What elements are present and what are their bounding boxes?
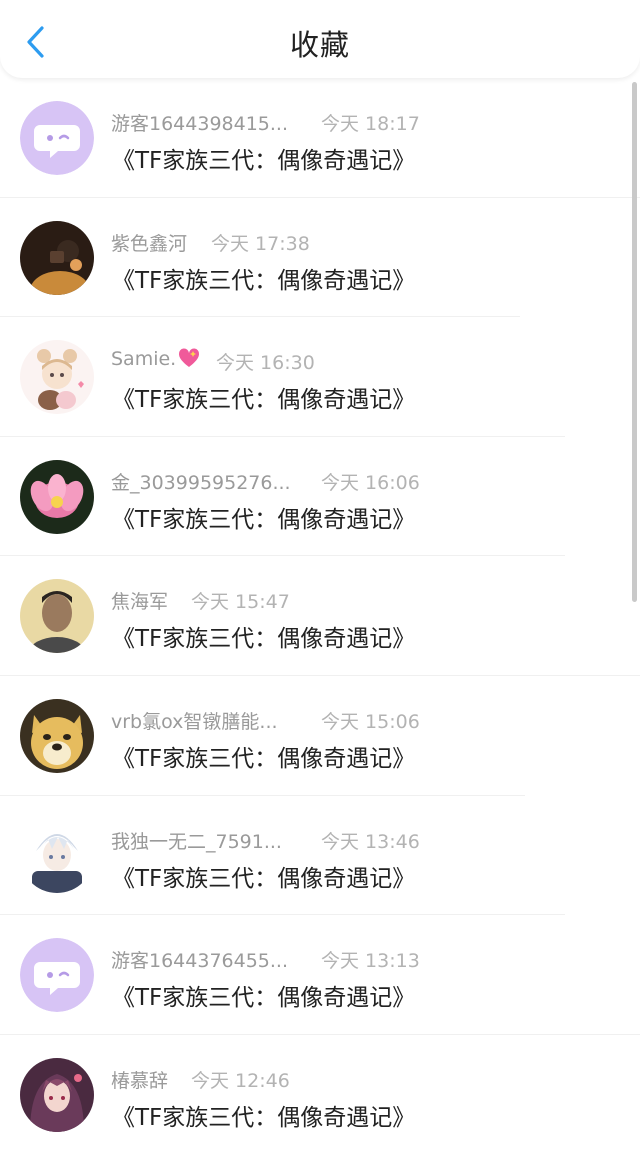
book-title: 《TF家族三代：偶像奇遇记》 (112, 387, 416, 414)
item-meta: 游客1644376455... 今天 13:13 (111, 946, 421, 972)
book-title: 《TF家族三代：偶像奇遇记》 (112, 985, 416, 1012)
book-title: 《TF家族三代：偶像奇遇记》 (112, 745, 416, 772)
timestamp: 今天 13:13 (321, 950, 420, 973)
user-name: Samie. (111, 348, 200, 370)
list-item[interactable]: 游客1644398415... 今天 18:17 《TF家族三代：偶像奇遇记》 (0, 78, 640, 198)
timestamp: 今天 15:06 (321, 710, 420, 733)
anime-girl-avatar[interactable] (20, 340, 94, 415)
book-title: 《TF家族三代：偶像奇遇记》 (112, 148, 416, 174)
user-name: 游客1644376455... (111, 950, 289, 973)
timestamp: 今天 17:38 (211, 232, 310, 255)
item-meta: 焦海军 今天 15:47 (111, 587, 421, 613)
list-item[interactable]: 椿慕辞 今天 12:46 《TF家族三代：偶像奇遇记》 (0, 1035, 640, 1154)
list-item[interactable]: 游客1644376455... 今天 13:13 《TF家族三代：偶像奇遇记》 (0, 915, 640, 1035)
list-item[interactable]: 我独一无二_7591... 今天 13:46 《TF家族三代：偶像奇遇记》 (0, 796, 640, 916)
doge-avatar[interactable] (20, 698, 94, 773)
user-photo-avatar[interactable] (20, 579, 94, 654)
default-chat-bubble-avatar[interactable] (20, 101, 94, 175)
scrollbar[interactable] (632, 82, 637, 602)
list-item[interactable]: vrb氯ox智镦膳能... 今天 15:06 《TF家族三代：偶像奇遇记》 (0, 676, 640, 796)
timestamp: 今天 13:46 (321, 830, 420, 853)
top-bar: 收藏 (0, 0, 640, 78)
book-title: 《TF家族三代：偶像奇遇记》 (112, 626, 416, 653)
user-name: 焦海军 (111, 591, 169, 614)
sparkling-heart-icon (179, 348, 200, 368)
item-meta: 紫色鑫河 今天 17:38 (111, 229, 421, 255)
timestamp: 今天 16:06 (321, 471, 420, 494)
book-title: 《TF家族三代：偶像奇遇记》 (112, 1104, 416, 1131)
default-chat-bubble-avatar[interactable] (20, 938, 94, 1013)
user-name: 我独一无二_7591... (111, 830, 282, 853)
item-meta: vrb氯ox智镦膳能... 今天 15:06 (111, 707, 421, 733)
anime-boy-avatar[interactable] (20, 818, 94, 893)
list-item[interactable]: 金_30399595276... 今天 16:06 《TF家族三代：偶像奇遇记》 (0, 437, 640, 557)
user-photo-avatar[interactable] (20, 220, 94, 295)
user-name: 游客1644398415... (111, 113, 289, 135)
user-name: 紫色鑫河 (111, 232, 188, 255)
item-meta: 椿慕辞 今天 12:46 (111, 1066, 421, 1092)
item-meta: 金_30399595276... 今天 16:06 (111, 468, 421, 494)
lotus-flower-avatar[interactable] (20, 459, 94, 534)
user-name: vrb氯ox智镦膳能... (111, 710, 278, 733)
book-title: 《TF家族三代：偶像奇遇记》 (112, 865, 416, 892)
favorites-list: 游客1644398415... 今天 18:17 《TF家族三代：偶像奇遇记》 … (0, 78, 640, 1154)
list-item[interactable]: 焦海军 今天 15:47 《TF家族三代：偶像奇遇记》 (0, 556, 640, 676)
page-title: 收藏 (289, 28, 350, 62)
item-meta: 我独一无二_7591... 今天 13:46 (111, 827, 421, 853)
list-item[interactable]: Samie. 今天 16:30 《TF家族三代：偶像奇遇记》 (0, 317, 640, 437)
book-title: 《TF家族三代：偶像奇遇记》 (112, 267, 416, 294)
book-title: 《TF家族三代：偶像奇遇记》 (112, 506, 416, 533)
timestamp: 今天 15:47 (191, 591, 290, 614)
user-name: 椿慕辞 (111, 1069, 169, 1092)
item-meta: 游客1644398415... 今天 18:17 (111, 109, 421, 135)
timestamp: 今天 12:46 (191, 1069, 290, 1092)
anime-girl-avatar[interactable] (20, 1057, 94, 1132)
list-item[interactable]: 紫色鑫河 今天 17:38 《TF家族三代：偶像奇遇记》 (0, 198, 640, 318)
user-name: 金_30399595276... (111, 471, 291, 494)
timestamp: 今天 18:17 (321, 113, 420, 135)
timestamp: 今天 16:30 (216, 352, 315, 375)
item-meta: Samie. 今天 16:30 (111, 348, 421, 374)
